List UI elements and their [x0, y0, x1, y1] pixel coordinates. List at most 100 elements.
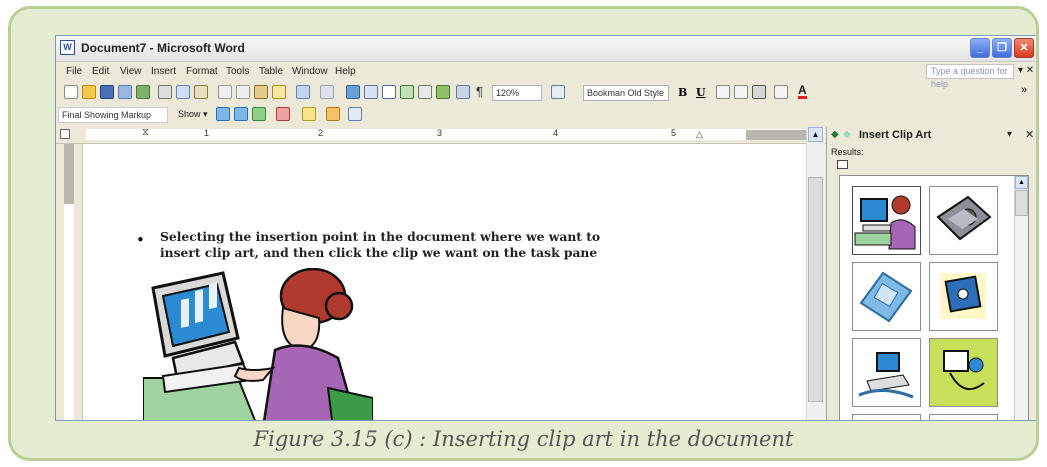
bullet-text-line-1: Selecting the insertion point in the doc… — [160, 229, 601, 244]
ruler-number-4: 4 — [553, 128, 559, 138]
menu-view[interactable]: View — [120, 66, 142, 77]
scroll-thumb[interactable] — [808, 177, 823, 402]
bullet-text-line-2: insert clip art, and then click the clip… — [160, 245, 598, 260]
word-app-icon[interactable]: W — [60, 40, 75, 55]
columns-icon[interactable] — [418, 85, 432, 99]
insert-comment-icon[interactable] — [302, 107, 316, 121]
email-icon[interactable] — [136, 85, 150, 99]
clip-thumbnail-projector[interactable] — [929, 186, 998, 255]
insert-excel-icon[interactable] — [400, 85, 414, 99]
document-map-icon[interactable] — [456, 85, 470, 99]
bullet-point: • — [136, 231, 145, 249]
standard-toolbar: ¶ 120% Bookman Old Style B U A » — [56, 82, 1036, 104]
menu-help[interactable]: Help — [335, 66, 356, 77]
minimize-button[interactable]: _ — [970, 38, 990, 58]
menu-file[interactable]: File — [66, 66, 82, 77]
reject-change-icon[interactable] — [276, 107, 290, 121]
window-title: Document7 - Microsoft Word — [81, 41, 245, 55]
title-bar: W Document7 - Microsoft Word _ ❐ ✕ — [56, 36, 1036, 62]
menu-tools[interactable]: Tools — [226, 66, 249, 77]
save-icon[interactable] — [100, 85, 114, 99]
spelling-icon[interactable] — [194, 85, 208, 99]
print-icon[interactable] — [158, 85, 172, 99]
results-scope-icon[interactable] — [837, 160, 848, 169]
display-markup-select[interactable]: Final Showing Markup — [58, 107, 168, 123]
task-pane-close-icon[interactable]: ✕ — [1025, 128, 1034, 141]
clip-thumbnail-communication[interactable] — [929, 338, 998, 407]
bullet-text: Selecting the insertion point in the doc… — [160, 229, 600, 261]
redo-icon[interactable] — [320, 85, 334, 99]
undo-icon[interactable] — [296, 85, 310, 99]
clip-thumbnail-computer-user[interactable] — [852, 186, 921, 255]
cut-icon[interactable] — [218, 85, 232, 99]
restore-button[interactable]: ❐ — [992, 38, 1012, 58]
track-changes-icon[interactable] — [326, 107, 340, 121]
help-question-input[interactable]: Type a question for help — [926, 64, 1014, 89]
clip-results-list: ▲ — [839, 175, 1029, 420]
scroll-up-arrow-icon[interactable]: ▲ — [808, 127, 823, 142]
print-preview-icon[interactable] — [176, 85, 190, 99]
clip-thumbnail-disk[interactable] — [929, 262, 998, 331]
drawing-icon[interactable] — [436, 85, 450, 99]
bold-button[interactable]: B — [678, 86, 687, 99]
underline-button[interactable]: U — [696, 86, 706, 99]
hyperlink-icon[interactable] — [346, 85, 360, 99]
menu-edit[interactable]: Edit — [92, 66, 109, 77]
font-color-button[interactable]: A — [798, 84, 807, 99]
clip-scroll-thumb[interactable] — [1015, 190, 1028, 216]
help-close-icon[interactable]: ▾ ✕ — [1018, 65, 1034, 76]
clip-scroll-up-icon[interactable]: ▲ — [1015, 176, 1028, 189]
show-formatting-icon[interactable]: ¶ — [476, 84, 483, 99]
clip-thumbnail-partial-1[interactable] — [852, 414, 921, 420]
font-select[interactable]: Bookman Old Style — [583, 85, 669, 101]
previous-change-icon[interactable] — [216, 107, 230, 121]
ruler-number-5: 5 — [671, 128, 677, 138]
reviewing-pane-icon[interactable] — [348, 107, 362, 121]
ruler-number-1: 1 — [204, 128, 210, 138]
task-pane-title: Insert Clip Art — [859, 129, 932, 141]
task-pane-menu-icon[interactable]: ▾ — [1007, 129, 1012, 140]
paste-icon[interactable] — [254, 85, 268, 99]
close-button[interactable]: ✕ — [1014, 38, 1034, 58]
document-area[interactable]: • Selecting the insertion point in the d… — [83, 144, 806, 421]
help-icon[interactable] — [551, 85, 565, 99]
reviewing-toolbar: Final Showing Markup Show ▾ — [56, 104, 1036, 126]
word-window: W Document7 - Microsoft Word _ ❐ ✕ File … — [55, 35, 1036, 421]
justify-icon[interactable] — [752, 85, 766, 99]
align-left-icon[interactable] — [716, 85, 730, 99]
insert-clip-art-task-pane: ◆ ◆ Insert Clip Art ▾ ✕ Results: ▲ — [826, 127, 1036, 420]
vertical-ruler[interactable] — [56, 144, 83, 420]
inserted-clip-art-image[interactable] — [143, 268, 373, 421]
clip-thumbnail-computer-network[interactable] — [852, 338, 921, 407]
bullets-icon[interactable] — [774, 85, 788, 99]
open-folder-icon[interactable] — [82, 85, 96, 99]
horizontal-ruler[interactable]: ⧖ 1 2 3 4 5 △ — [56, 127, 826, 144]
new-document-icon[interactable] — [64, 85, 78, 99]
align-center-icon[interactable] — [734, 85, 748, 99]
accept-change-icon[interactable] — [252, 107, 266, 121]
next-change-icon[interactable] — [234, 107, 248, 121]
format-painter-icon[interactable] — [272, 85, 286, 99]
menu-window[interactable]: Window — [292, 66, 328, 77]
tables-borders-icon[interactable] — [364, 85, 378, 99]
clip-thumbnail-circuit-chip[interactable] — [852, 262, 921, 331]
indent-marker-icon[interactable]: ⧖ — [142, 127, 149, 138]
right-indent-marker-icon[interactable]: △ — [696, 129, 703, 140]
back-arrow-icon[interactable]: ◆ — [831, 129, 839, 140]
menu-format[interactable]: Format — [186, 66, 218, 77]
clip-thumbnail-partial-2[interactable] — [929, 414, 998, 420]
permission-icon[interactable] — [118, 85, 132, 99]
copy-icon[interactable] — [236, 85, 250, 99]
menu-table[interactable]: Table — [259, 66, 283, 77]
forward-arrow-icon[interactable]: ◆ — [843, 129, 851, 140]
document-scrollbar[interactable]: ▲ — [806, 127, 825, 420]
toolbar-options-icon[interactable]: » — [1021, 84, 1027, 96]
figure-caption: Figure 3.15 (c) : Inserting clip art in … — [253, 427, 794, 451]
menu-insert[interactable]: Insert — [151, 66, 176, 77]
clip-results-scrollbar[interactable]: ▲ — [1014, 176, 1028, 420]
insert-table-icon[interactable] — [382, 85, 396, 99]
tab-selector-icon[interactable] — [60, 129, 70, 139]
zoom-select[interactable]: 120% — [492, 85, 542, 101]
show-menu-button[interactable]: Show ▾ — [178, 109, 208, 120]
menu-bar: File Edit View Insert Format Tools Table… — [56, 63, 1036, 89]
